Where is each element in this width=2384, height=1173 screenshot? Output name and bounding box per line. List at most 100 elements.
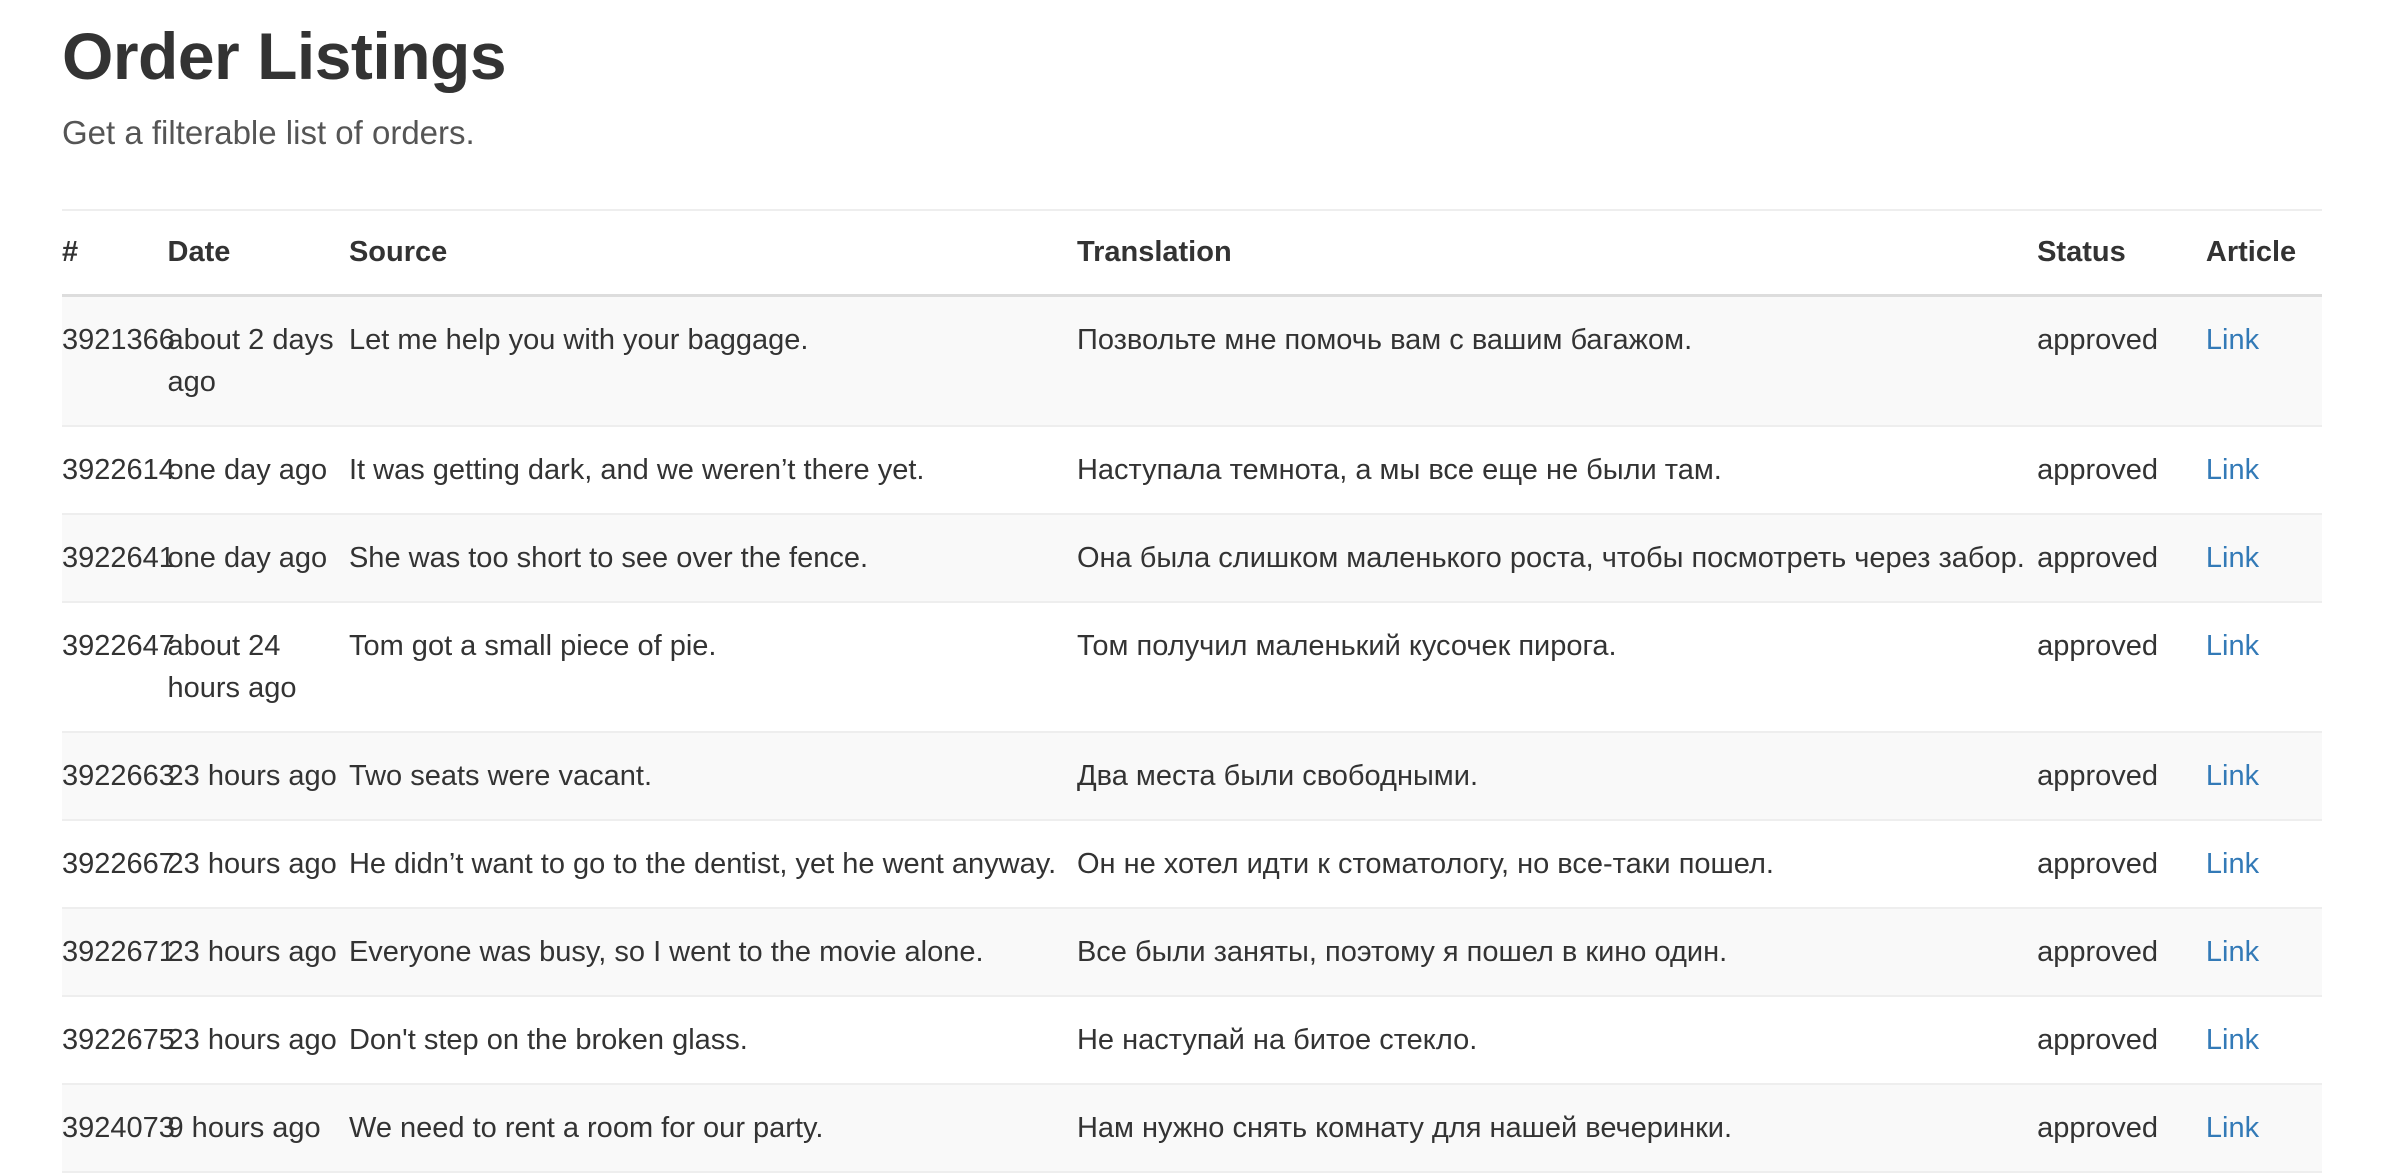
table-row: 3924073 9 hours ago We need to rent a room…: [62, 1084, 2322, 1173]
table-row: 3922675 23 hours ago Don't step on the bro…: [62, 996, 2322, 1086]
cell-source: Let me help you with your baggage.: [348, 295, 1077, 427]
cell-order-id: 3924073: [62, 1084, 175, 1173]
cell-status: approved: [2037, 514, 2206, 604]
cell-source-text: He didn’t want to go to the dentist, yet…: [348, 848, 1057, 881]
cell-source: She was too short to see over the fence.: [348, 514, 1077, 604]
cell-order-id-text: 3921366: [62, 323, 175, 356]
cell-date: about 24 hours ago: [167, 602, 349, 734]
cell-source-text: Two seats were vacant.: [348, 760, 652, 793]
cell-source-text: Don't step on the broken glass.: [348, 1024, 748, 1057]
article-link[interactable]: Link: [2206, 324, 2259, 356]
cell-translation-text: Он не хотел идти к стоматологу, но все-т…: [1076, 848, 1774, 881]
article-link[interactable]: Link: [2206, 848, 2259, 880]
article-link[interactable]: Link: [2206, 760, 2259, 792]
cell-date-text: 23 hours ago: [167, 760, 337, 793]
cell-source-text: Tom got a small piece of pie.: [348, 630, 717, 663]
cell-translation-text: Том получил маленький кусочек пирога.: [1076, 630, 1617, 663]
cell-translation: Она была слишком маленького роста, чтобы…: [1076, 514, 2038, 604]
cell-order-id: 3922663: [62, 732, 175, 822]
cell-translation-text: Нам нужно снять комнату для нашей вечери…: [1076, 1112, 1733, 1145]
table-row: 3922671 23 hours ago Everyone was busy, so…: [62, 908, 2322, 998]
cell-order-id-text: 3922647: [62, 630, 175, 663]
table-row: 3921366 about 2 days ago Let me help you w…: [62, 295, 2322, 427]
cell-translation: Не наступай на битое стекло.: [1076, 996, 2038, 1086]
cell-source: Two seats were vacant.: [348, 732, 1077, 822]
cell-translation-text: Все были заняты, поэтому я пошел в кино …: [1076, 936, 1728, 969]
cell-status-text: approved: [2037, 630, 2159, 663]
cell-status: approved: [2037, 1084, 2206, 1173]
page-subtitle: Get a filterable list of orders.: [62, 114, 475, 152]
cell-translation: Два места были свободными.: [1076, 732, 2038, 822]
article-link[interactable]: Link: [2206, 1112, 2259, 1144]
cell-article: Link: [2205, 425, 2322, 516]
column-header-source[interactable]: Source: [348, 208, 1077, 297]
column-header-id[interactable]: #: [62, 208, 168, 297]
cell-status-text: approved: [2037, 760, 2159, 793]
column-header-status[interactable]: Status: [2037, 208, 2206, 297]
cell-article: Link: [2205, 732, 2322, 822]
article-link[interactable]: Link: [2206, 542, 2259, 574]
cell-date: one day ago: [167, 425, 349, 516]
cell-source: It was getting dark, and we weren’t ther…: [348, 425, 1077, 516]
cell-date: 23 hours ago: [167, 732, 349, 822]
cell-translation: Нам нужно снять комнату для нашей вечери…: [1076, 1084, 2038, 1173]
cell-order-id: 3922667: [62, 820, 175, 910]
cell-order-id-text: 3922663: [62, 760, 175, 793]
cell-translation: Позвольте мне помочь вам с вашим багажом…: [1076, 295, 2038, 427]
table-body: 3921366 about 2 days ago Let me help you w…: [62, 295, 2322, 1173]
cell-translation-text: Позвольте мне помочь вам с вашим багажом…: [1076, 323, 1693, 356]
cell-date: 9 hours ago: [167, 1084, 349, 1173]
cell-status: approved: [2037, 820, 2206, 910]
cell-article: Link: [2205, 295, 2322, 427]
cell-translation-text: Два места были свободными.: [1076, 760, 1478, 793]
cell-article: Link: [2205, 996, 2322, 1086]
cell-status-text: approved: [2037, 1024, 2159, 1057]
page-title: Order Listings: [62, 19, 507, 93]
cell-article: Link: [2205, 602, 2322, 734]
cell-date-text: one day ago: [167, 542, 328, 575]
cell-translation: Все были заняты, поэтому я пошел в кино …: [1076, 908, 2038, 998]
cell-date-text: one day ago: [167, 453, 328, 486]
article-link[interactable]: Link: [2206, 936, 2259, 968]
cell-translation: Том получил маленький кусочек пирога.: [1076, 602, 2038, 734]
cell-order-id: 3922614: [62, 425, 175, 516]
cell-article: Link: [2205, 908, 2322, 998]
table-head: # Date Source Translation Status Article: [62, 208, 2322, 297]
cell-date-text: 23 hours ago: [167, 848, 337, 881]
cell-source: We need to rent a room for our party.: [348, 1084, 1077, 1173]
table-row: 3922614 one day ago It was getting dark, a…: [62, 425, 2322, 516]
cell-order-id: 3922641: [62, 514, 175, 604]
cell-status-text: approved: [2037, 1112, 2159, 1145]
cell-date: one day ago: [167, 514, 349, 604]
cell-status-text: approved: [2037, 453, 2159, 486]
page-container: Order Listings Get a filterable list of …: [0, 0, 2384, 1173]
cell-source-text: She was too short to see over the fence.: [348, 542, 869, 575]
cell-article: Link: [2205, 514, 2322, 604]
column-header-article[interactable]: Article: [2205, 208, 2322, 297]
cell-translation: Наступала темнота, а мы все еще не были …: [1076, 425, 2038, 516]
page-header: Order Listings Get a filterable list of …: [62, 0, 2322, 153]
cell-translation-text: Она была слишком маленького роста, чтобы…: [1076, 542, 2025, 575]
cell-source: Tom got a small piece of pie.: [348, 602, 1077, 734]
table-header-row: # Date Source Translation Status Article: [62, 208, 2322, 297]
cell-status: approved: [2037, 996, 2206, 1086]
cell-order-id: 3921366: [62, 295, 175, 427]
article-link[interactable]: Link: [2206, 630, 2259, 662]
article-link[interactable]: Link: [2206, 1024, 2259, 1056]
cell-order-id-text: 3922671: [62, 936, 175, 969]
cell-translation-text: Не наступай на битое стекло.: [1076, 1024, 1478, 1057]
cell-order-id-text: 3922614: [62, 453, 175, 486]
cell-order-id-text: 3922641: [62, 542, 175, 575]
column-header-translation[interactable]: Translation: [1076, 208, 2038, 297]
cell-source: Everyone was busy, so I went to the movi…: [348, 908, 1077, 998]
cell-date: about 2 days ago: [167, 295, 349, 427]
cell-date: 23 hours ago: [167, 996, 349, 1086]
cell-source-text: Let me help you with your baggage.: [348, 323, 809, 356]
cell-date: 23 hours ago: [167, 908, 349, 998]
orders-table-container: # Date Source Translation Status Article…: [62, 208, 2322, 1173]
article-link[interactable]: Link: [2206, 454, 2259, 486]
cell-status: approved: [2037, 295, 2206, 427]
column-header-date[interactable]: Date: [167, 208, 349, 297]
cell-order-id: 3922675: [62, 996, 175, 1086]
cell-source: Don't step on the broken glass.: [348, 996, 1077, 1086]
